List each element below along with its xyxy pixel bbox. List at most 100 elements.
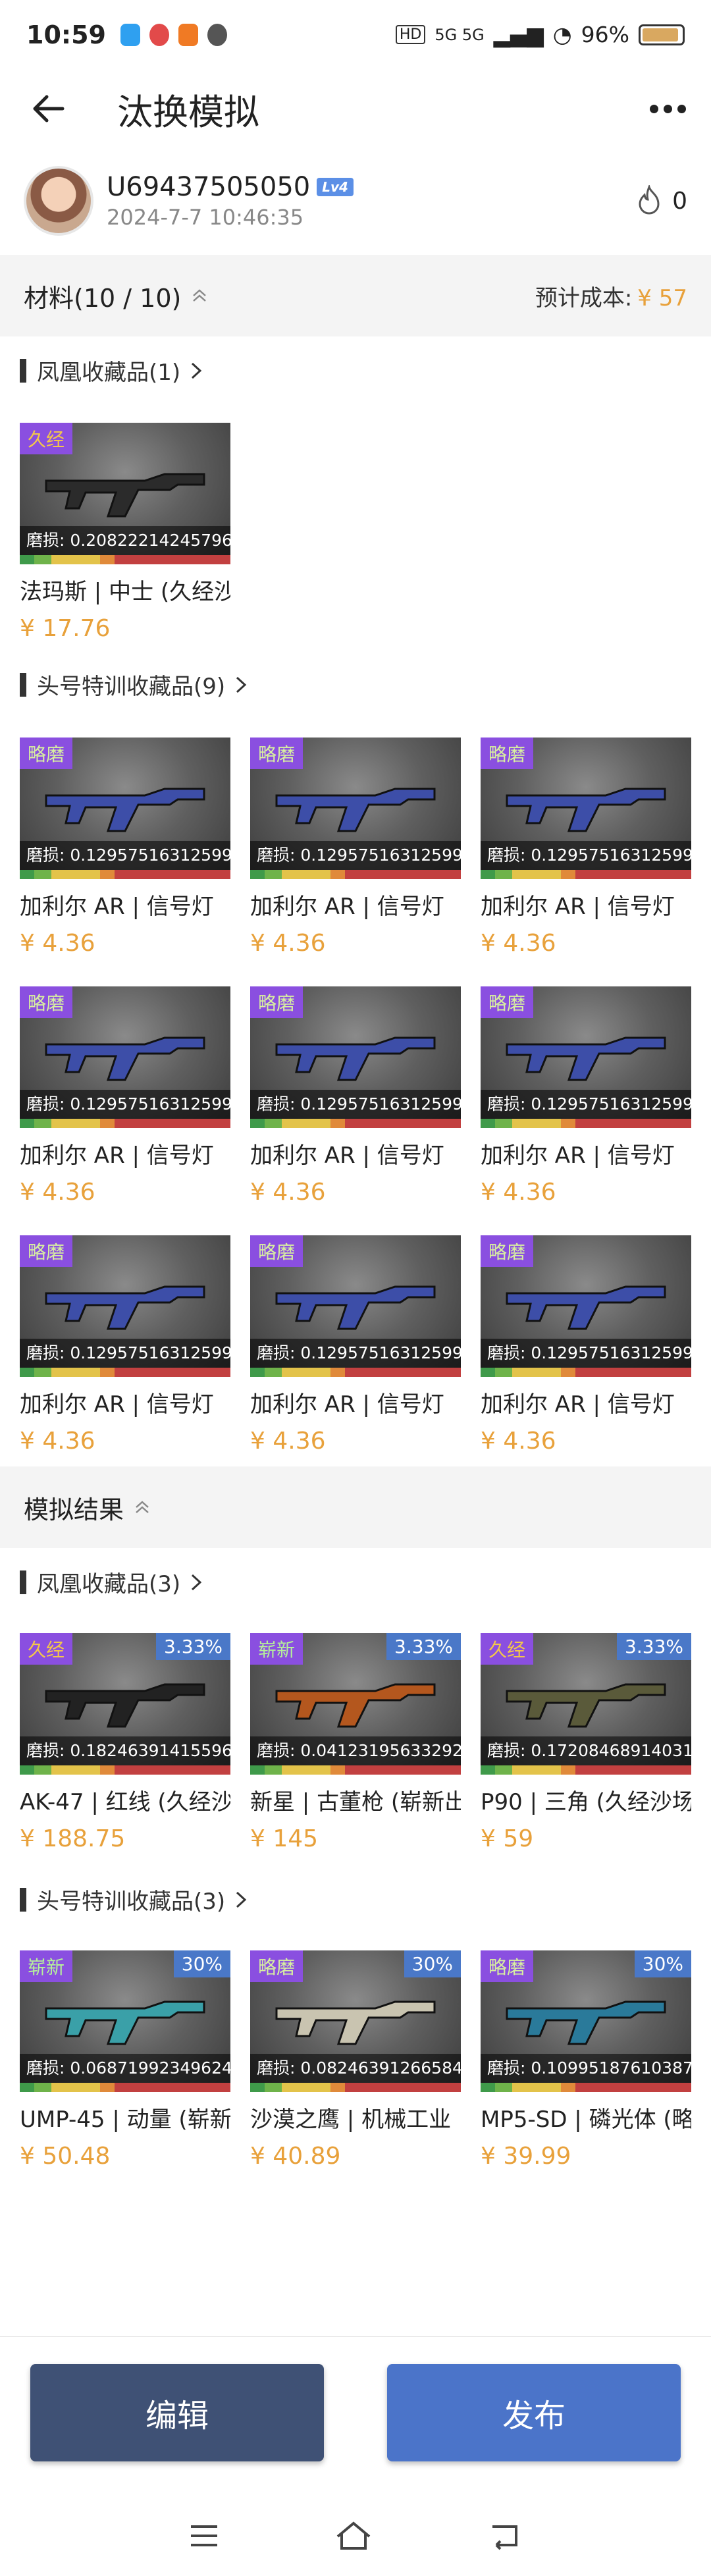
- item-image: 略磨 30% 磨损: 0.1099518761038780: [481, 1950, 691, 2092]
- wear-scale: [250, 2083, 461, 2092]
- item-image: 略磨 磨损: 0.1295751631259918: [20, 986, 230, 1128]
- item-image: 略磨 磨损: 0.1295751631259918: [481, 1235, 691, 1377]
- item-price: ¥ 145: [250, 1825, 319, 1852]
- item-price: ¥ 4.36: [481, 1179, 556, 1206]
- hd-icon: HD: [395, 25, 426, 44]
- materials-label: 材料(10 / 10): [24, 283, 182, 313]
- item-name: 沙漠之鹰 | 机械工业: [250, 2106, 452, 2133]
- item-card[interactable]: 崭新 30% 磨损: 0.0687199234962463 UMP-45 | 动…: [20, 1950, 230, 2170]
- probability-badge: 30%: [634, 1950, 691, 1977]
- wear-tag: 久经: [20, 1633, 73, 1665]
- weapon-icon: [275, 1285, 436, 1330]
- item-card[interactable]: 略磨 磨损: 0.1295751631259918 加利尔 AR | 信号灯 ¥…: [481, 986, 691, 1206]
- wear-tag: 略磨: [250, 738, 303, 769]
- results-header[interactable]: 模拟结果: [0, 1466, 711, 1548]
- battery-icon: [639, 24, 685, 45]
- item-image: 崭新 3.33% 磨损: 0.0412319563329219: [250, 1633, 461, 1775]
- item-name: 加利尔 AR | 信号灯: [481, 1142, 675, 1169]
- weapon-icon: [506, 1285, 666, 1330]
- wear-value: 磨损: 0.1720846891403198: [481, 1736, 691, 1765]
- item-name: P90 | 三角 (久经沙场): [481, 1789, 691, 1815]
- weapon-icon: [275, 2000, 436, 2045]
- wear-scale: [250, 1368, 461, 1377]
- publish-button[interactable]: 发布: [387, 2364, 681, 2461]
- wear-tag: 略磨: [481, 1235, 534, 1267]
- item-image: 略磨 磨损: 0.1295751631259918: [250, 738, 461, 879]
- home-icon[interactable]: [334, 2519, 373, 2552]
- item-price: ¥ 50.48: [20, 2143, 111, 2170]
- wear-tag: 略磨: [250, 1950, 303, 1982]
- item-image: 久经 3.33% 磨损: 0.1824639141559600: [20, 1633, 230, 1775]
- item-image: 略磨 磨损: 0.1295751631259918: [481, 738, 691, 879]
- avatar[interactable]: [24, 166, 93, 236]
- item-card[interactable]: 略磨 磨损: 0.1295751631259918 加利尔 AR | 信号灯 ¥…: [20, 986, 230, 1206]
- item-card[interactable]: 略磨 磨损: 0.1295751631259918 加利尔 AR | 信号灯 ¥…: [250, 1235, 461, 1455]
- likes[interactable]: 0: [635, 185, 687, 217]
- item-card[interactable]: 略磨 30% 磨损: 0.0824639126658439 沙漠之鹰 | 机械工…: [250, 1950, 461, 2170]
- group-header-prime[interactable]: 头号特训收藏品(9): [20, 668, 249, 701]
- probability-badge: 3.33%: [617, 1633, 691, 1660]
- weapon-icon: [506, 1036, 666, 1081]
- item-name: 新星 | 古董枪 (崭新出厂): [250, 1789, 461, 1815]
- group-header-phoenix[interactable]: 凤凰收藏品(1): [20, 354, 204, 387]
- probability-badge: 30%: [404, 1950, 461, 1977]
- materials-header[interactable]: 材料(10 / 10) 预计成本: ¥ 57: [0, 255, 711, 336]
- item-card[interactable]: 略磨 磨损: 0.1295751631259918 加利尔 AR | 信号灯 ¥…: [481, 738, 691, 957]
- item-card[interactable]: 略磨 30% 磨损: 0.1099518761038780 MP5-SD | 磷…: [481, 1950, 691, 2170]
- wear-tag: 崭新: [20, 1950, 73, 1982]
- wear-scale: [481, 2083, 691, 2092]
- item-card[interactable]: 崭新 3.33% 磨损: 0.0412319563329219 新星 | 古董枪…: [250, 1633, 461, 1852]
- item-price: ¥ 4.36: [20, 1428, 95, 1455]
- item-price: ¥ 4.36: [481, 930, 556, 957]
- wear-scale: [20, 1368, 230, 1377]
- item-name: 加利尔 AR | 信号灯: [481, 1391, 675, 1418]
- item-name: 加利尔 AR | 信号灯: [250, 894, 444, 920]
- item-card[interactable]: 略磨 磨损: 0.1295751631259918 加利尔 AR | 信号灯 ¥…: [20, 738, 230, 957]
- weapon-icon: [45, 1683, 205, 1728]
- estimated-cost: 预计成本: ¥ 57: [535, 284, 687, 311]
- notification-icons: [120, 23, 227, 46]
- wechat-icon: [207, 23, 227, 46]
- flame-icon: [639, 185, 660, 215]
- menu-icon[interactable]: [188, 2523, 220, 2549]
- status-time: 10:59: [26, 20, 106, 49]
- item-name: 加利尔 AR | 信号灯: [20, 1142, 214, 1169]
- probability-badge: 3.33%: [386, 1633, 461, 1660]
- item-card[interactable]: 略磨 磨损: 0.1295751631259918 加利尔 AR | 信号灯 ¥…: [250, 986, 461, 1206]
- item-card[interactable]: 久经 磨损: 0.2082221424579620 法玛斯 | 中士 (久经沙场…: [20, 423, 230, 642]
- wear-scale: [481, 870, 691, 879]
- weapon-icon: [45, 1285, 205, 1330]
- weapon-icon: [506, 1683, 666, 1728]
- item-name: 加利尔 AR | 信号灯: [20, 894, 214, 920]
- divider: [0, 2336, 711, 2337]
- item-card[interactable]: 略磨 磨损: 0.1295751631259918 加利尔 AR | 信号灯 ¥…: [20, 1235, 230, 1455]
- item-card[interactable]: 略磨 磨损: 0.1295751631259918 加利尔 AR | 信号灯 ¥…: [481, 1235, 691, 1455]
- wifi-icon: ◔: [552, 22, 572, 47]
- wear-scale: [20, 870, 230, 879]
- item-image: 崭新 30% 磨损: 0.0687199234962463: [20, 1950, 230, 2092]
- back-icon[interactable]: [487, 2521, 523, 2550]
- more-options-icon[interactable]: [650, 104, 686, 113]
- item-image: 久经 3.33% 磨损: 0.1720846891403198: [481, 1633, 691, 1775]
- item-name: UMP-45 | 动量 (崭新出厂): [20, 2106, 230, 2133]
- group-header-phoenix-results[interactable]: 凤凰收藏品(3): [20, 1566, 204, 1598]
- back-arrow-icon[interactable]: [25, 86, 71, 132]
- item-card[interactable]: 久经 3.33% 磨损: 0.1824639141559600 AK-47 | …: [20, 1633, 230, 1852]
- item-price: ¥ 4.36: [481, 1428, 556, 1455]
- wear-tag: 略磨: [250, 1235, 303, 1267]
- group-header-prime-results[interactable]: 头号特训收藏品(3): [20, 1883, 249, 1916]
- wear-value: 磨损: 0.1295751631259918: [481, 841, 691, 870]
- wear-tag: 久经: [20, 423, 73, 454]
- weapon-icon: [45, 1036, 205, 1081]
- item-card[interactable]: 略磨 磨损: 0.1295751631259918 加利尔 AR | 信号灯 ¥…: [250, 738, 461, 957]
- weapon-icon: [506, 788, 666, 832]
- wear-tag: 略磨: [481, 738, 534, 769]
- post-datetime: 2024-7-7 10:46:35: [107, 205, 304, 230]
- item-card[interactable]: 久经 3.33% 磨损: 0.1720846891403198 P90 | 三角…: [481, 1633, 691, 1852]
- item-price: ¥ 39.99: [481, 2143, 571, 2170]
- item-name: 加利尔 AR | 信号灯: [20, 1391, 214, 1418]
- wear-tag: 略磨: [20, 1235, 73, 1267]
- wear-tag: 略磨: [481, 986, 534, 1018]
- edit-button[interactable]: 编辑: [30, 2364, 324, 2461]
- wear-scale: [20, 555, 230, 564]
